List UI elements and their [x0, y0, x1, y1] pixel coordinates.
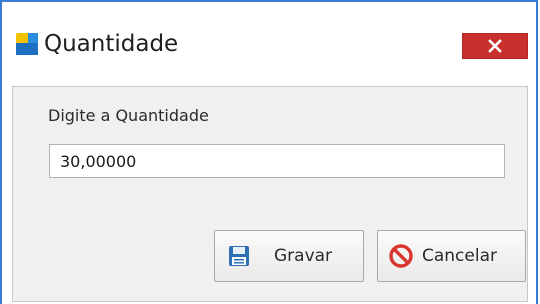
- close-icon: [488, 39, 502, 53]
- window-title: Quantidade: [44, 31, 179, 57]
- save-button[interactable]: Gravar: [214, 230, 364, 282]
- app-logo-icon: [16, 33, 38, 55]
- cancel-button-label: Cancelar: [422, 246, 497, 266]
- save-button-label: Gravar: [274, 246, 333, 266]
- title-bar: Quantidade: [2, 2, 536, 86]
- prohibited-icon: [389, 244, 413, 268]
- close-button[interactable]: [462, 33, 528, 59]
- quantity-input[interactable]: [49, 144, 505, 178]
- quantity-dialog: Quantidade Digite a Quantidade Gravar: [0, 0, 538, 304]
- dialog-content: Digite a Quantidade Gravar Cancelar: [12, 86, 528, 302]
- cancel-button[interactable]: Cancelar: [377, 230, 526, 282]
- floppy-disk-icon: [229, 246, 249, 266]
- quantity-label: Digite a Quantidade: [48, 106, 209, 125]
